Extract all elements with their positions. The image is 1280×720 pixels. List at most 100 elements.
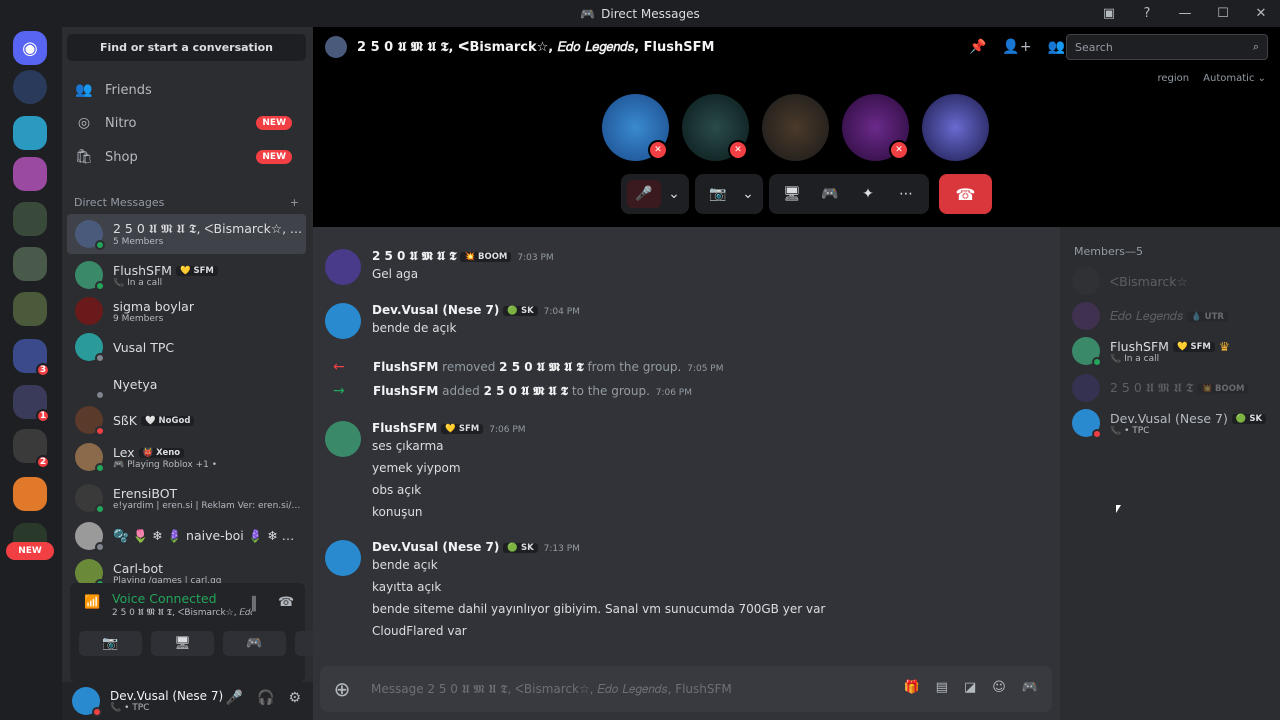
nav-shop[interactable]: 🛍 Shop NEW <box>67 141 306 173</box>
discord-icon: 🎮 <box>580 6 596 21</box>
new-badge: NEW <box>256 150 292 164</box>
create-dm-icon[interactable]: + <box>290 196 299 209</box>
screen-share-button[interactable]: 🖥 <box>151 631 214 656</box>
noise-suppression-icon[interactable]: ║ <box>250 597 258 612</box>
message-input[interactable]: Message 2 5 0 𝖀 𝕸 𝖀 𝕿, ᐸBismarck☆, 𝐸𝑑𝑜 𝐿… <box>371 682 732 697</box>
minimize-button[interactable]: — <box>1166 6 1204 21</box>
dm-item[interactable]: ErensiBOT e!yardim | eren.si | Reklam Ver… <box>67 478 306 518</box>
status-dot <box>95 353 105 363</box>
dm-item[interactable]: 🫧 🌷 ❄ 🪻 naive-boi 🪻 ❄ 🌷 ... <box>67 516 306 556</box>
add-member-icon[interactable]: 👤+ <box>1002 39 1031 55</box>
server-folder[interactable] <box>13 247 47 281</box>
dm-item[interactable]: SßK 🤍 NoGod <box>67 400 306 440</box>
avatar[interactable] <box>72 687 102 717</box>
crown-icon: ♛ <box>1214 338 1231 354</box>
message-text: bende siteme dahil yayınlıyor gibiyim. S… <box>372 602 826 616</box>
maximize-button[interactable]: ☐ <box>1204 6 1242 21</box>
message-text: yemek yiypom <box>372 461 461 475</box>
region-selector[interactable]: region Automatic ⌄ <box>1158 73 1266 84</box>
soundboard-button[interactable]: ✦ <box>851 180 885 208</box>
mute-icon[interactable]: 🎤 <box>226 690 243 706</box>
member-list: Members—5 ᐸBismarck☆ 𝐸𝑑𝑜 𝐿𝑒𝑔𝑒𝑛𝑑𝑠 💧 UTR Fl… <box>1060 227 1280 720</box>
close-button[interactable]: ✕ <box>1242 6 1280 21</box>
avatar[interactable] <box>325 540 361 576</box>
main-area: 2 5 0 𝖀 𝕸 𝖀 𝕿, ᐸBismarck☆, 𝐸𝑑𝑜 𝐿𝑒𝑔𝑒𝑛𝑑𝑠, … <box>313 27 1280 720</box>
chat-title[interactable]: 2 5 0 𝖀 𝕸 𝖀 𝕿, ᐸBismarck☆, 𝐸𝑑𝑜 𝐿𝑒𝑔𝑒𝑛𝑑𝑠, … <box>357 40 714 55</box>
pin-icon[interactable]: 📌 <box>969 39 986 55</box>
headphones-icon[interactable]: 🎧 <box>257 690 274 706</box>
status-dot <box>95 504 105 514</box>
call-controls: 🎤 ⌄ 📷 ⌄ 🖥 🎮 ✦ ⋯ ☎ <box>621 174 992 214</box>
dm-name: FlushSFM 💛 SFM <box>113 263 303 278</box>
gear-icon[interactable]: ⚙ <box>288 690 301 706</box>
camera-button[interactable]: 📷 <box>79 631 142 656</box>
server-folder[interactable] <box>13 202 47 236</box>
member-item[interactable]: FlushSFM 💛 SFM ♛ 📞 In a call <box>1072 337 1231 367</box>
avatar[interactable] <box>325 421 361 457</box>
dm-name: Vusal TPC <box>113 339 175 355</box>
chevron-down-icon[interactable]: ⌄ <box>739 180 757 208</box>
search-input[interactable]: Search ⌕ <box>1066 34 1268 60</box>
message-list: 2 5 0 𝖀 𝕸 𝖀 𝕿 💥 BOOM 7:03 PM Gel aga Dev.V… <box>313 227 1060 657</box>
add-attachment-icon[interactable]: ⊕ <box>320 677 364 701</box>
member-item[interactable]: ᐸBismarck☆ <box>1072 267 1188 295</box>
server-icon[interactable] <box>13 70 47 104</box>
camera-button[interactable]: 📷 <box>701 180 735 208</box>
find-conversation-button[interactable]: Find or start a conversation <box>67 34 306 61</box>
hang-up-button[interactable]: ☎ <box>939 174 992 214</box>
message-text: kayıtta açık <box>372 580 442 594</box>
status-dot <box>95 463 105 473</box>
new-badge: NEW <box>6 542 54 560</box>
avatar[interactable] <box>325 303 361 339</box>
mouse-cursor <box>1116 505 1126 513</box>
member-item[interactable]: Dev.Vusal (Nese 7) 🟢 SK 📞 • TPC <box>1072 409 1267 439</box>
dm-item[interactable]: sigma boylar 9 Members <box>67 291 306 331</box>
signal-icon: 📶 <box>84 595 101 610</box>
avatar <box>75 220 105 250</box>
activity-button[interactable]: 🎮 <box>223 631 286 656</box>
home-button[interactable]: ◉ <box>13 31 47 65</box>
help-icon[interactable]: ? <box>1128 6 1166 21</box>
gift-icon[interactable]: 🎁 <box>903 680 919 695</box>
dm-item[interactable]: 2 5 0 𝖀 𝕸 𝖀 𝕿, ᐸBismarck☆, ... 5 Members <box>67 214 306 254</box>
apps-icon[interactable]: 🎮 <box>1022 680 1038 695</box>
avatar <box>75 522 105 552</box>
call-participant[interactable] <box>922 94 989 161</box>
members-icon[interactable]: 👥 <box>1048 39 1065 55</box>
muted-icon: ✕ <box>728 140 748 160</box>
voice-channel[interactable]: 2 5 0 𝖀 𝕸 𝖀 𝕿, ᐸBismarck☆, 𝐸𝑑𝑜 𝐿𝑒𝑔𝑒... <box>112 608 252 618</box>
system-message: → FlushSFM added 2 5 0 𝖀 𝕸 𝖀 𝕿 to the gro… <box>333 383 692 399</box>
server-icon[interactable] <box>13 477 47 511</box>
nav-friends[interactable]: 👥 Friends <box>67 74 306 106</box>
dm-item[interactable]: Lex 👹 Xeno 🎮 Playing Roblox +1 • <box>67 437 306 477</box>
avatar[interactable] <box>325 249 361 285</box>
chevron-down-icon[interactable]: ⌄ <box>665 180 683 208</box>
inbox-icon[interactable]: ▣ <box>1090 6 1128 21</box>
status-dot <box>95 542 105 552</box>
emoji-icon[interactable]: ☺ <box>992 680 1006 695</box>
sticker-icon[interactable]: ◪ <box>964 680 976 695</box>
member-item[interactable]: 𝐸𝑑𝑜 𝐿𝑒𝑔𝑒𝑛𝑑𝑠 💧 UTR <box>1072 302 1228 330</box>
disconnect-icon[interactable]: ☎ <box>278 595 294 610</box>
dm-name: Carl-bot <box>113 560 163 576</box>
call-participant[interactable] <box>762 94 829 161</box>
gif-icon[interactable]: ▤ <box>936 680 948 695</box>
avatar <box>75 370 105 400</box>
server-folder[interactable] <box>13 292 47 326</box>
avatar <box>75 261 105 291</box>
message-text: Gel aga <box>372 267 419 281</box>
member-item[interactable]: 2 5 0 𝖀 𝕸 𝖀 𝕿 💥 BOOM <box>1072 374 1249 402</box>
dm-item[interactable]: Nyetya <box>67 364 306 404</box>
activity-button[interactable]: 🎮 <box>813 180 847 208</box>
unread-badge: 1 <box>36 409 50 423</box>
more-icon[interactable]: ⋯ <box>889 180 923 208</box>
message-text: bende de açık <box>372 321 457 335</box>
dm-item[interactable]: Vusal TPC <box>67 327 306 367</box>
message-composer[interactable]: ⊕ Message 2 5 0 𝖀 𝕸 𝖀 𝕿, ᐸBismarck☆, 𝐸𝑑𝑜… <box>320 666 1052 712</box>
nav-nitro[interactable]: ◎ Nitro NEW <box>67 107 306 139</box>
server-icon[interactable] <box>13 116 47 150</box>
mic-muted-button[interactable]: 🎤 <box>627 180 661 208</box>
screen-share-button[interactable]: 🖥 <box>775 180 809 208</box>
server-icon[interactable] <box>13 157 47 191</box>
dm-item[interactable]: FlushSFM 💛 SFM 📞 In a call <box>67 255 306 295</box>
